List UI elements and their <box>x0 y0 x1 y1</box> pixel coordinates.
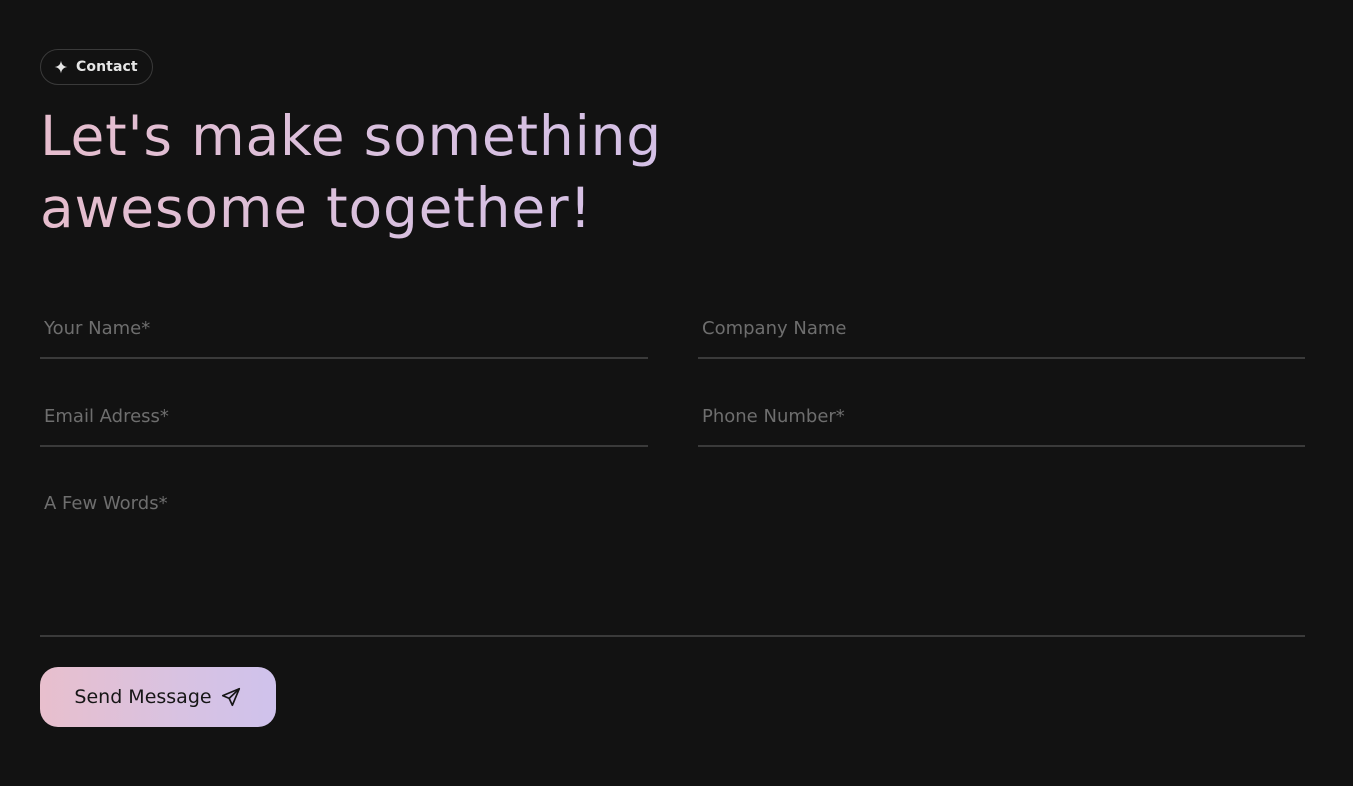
email-field <box>40 398 648 447</box>
message-field <box>40 486 1305 637</box>
send-message-button[interactable]: Send Message <box>40 667 276 727</box>
name-input[interactable] <box>40 310 648 348</box>
message-textarea[interactable] <box>40 486 1305 626</box>
contact-badge: Contact <box>40 49 153 85</box>
name-field <box>40 310 648 359</box>
sparkle-icon <box>54 60 68 74</box>
phone-field <box>698 398 1305 447</box>
badge-label: Contact <box>76 59 138 75</box>
phone-input[interactable] <box>698 398 1305 436</box>
company-input[interactable] <box>698 310 1305 348</box>
email-input[interactable] <box>40 398 648 436</box>
paper-plane-icon <box>221 687 240 707</box>
page-title: Let's make something awesome together! <box>40 100 800 244</box>
title-line-1: Let's make something <box>40 104 663 168</box>
send-button-label: Send Message <box>74 686 212 708</box>
company-field <box>698 310 1305 359</box>
title-line-2: awesome together! <box>40 176 593 240</box>
contact-section: Contact Let's make something awesome tog… <box>0 0 1353 786</box>
